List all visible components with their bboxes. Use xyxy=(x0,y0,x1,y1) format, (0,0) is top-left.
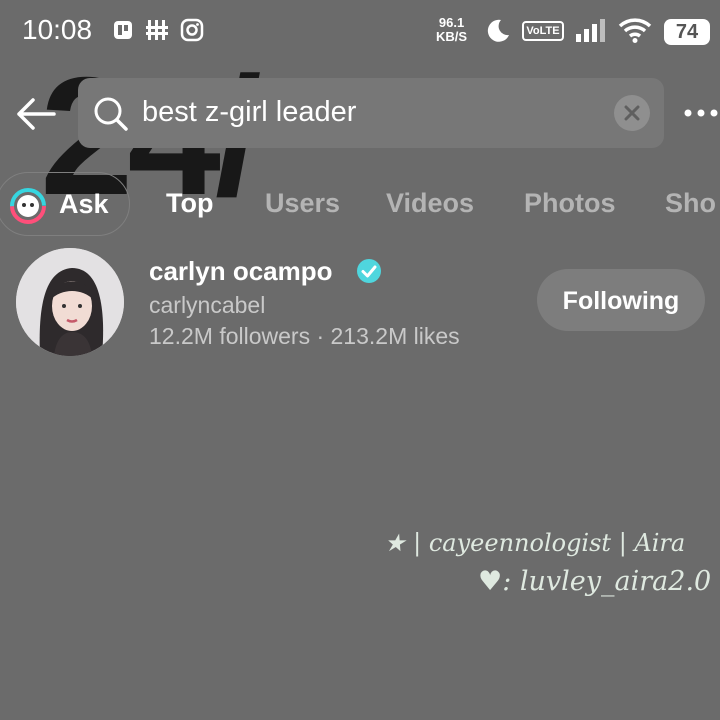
ask-ai-icon xyxy=(9,187,47,230)
tab-users[interactable]: Users xyxy=(265,188,340,219)
back-arrow-icon xyxy=(14,98,58,136)
back-button[interactable] xyxy=(14,96,58,132)
wifi-icon xyxy=(618,16,652,49)
following-button[interactable]: Following xyxy=(537,269,705,331)
moon-icon xyxy=(484,17,512,50)
clear-icon xyxy=(624,105,640,121)
tab-photos[interactable]: Photos xyxy=(524,188,616,219)
volte-badge: VoLTE xyxy=(522,21,564,41)
ask-tab[interactable]: Ask xyxy=(0,172,130,236)
signal-icon xyxy=(574,18,610,49)
clear-search-button[interactable] xyxy=(614,95,650,131)
battery-icon: 74 xyxy=(664,19,710,45)
more-options-button[interactable] xyxy=(682,101,720,125)
follower-stats: 12.2M followers · 213.2M likes xyxy=(149,323,460,349)
more-icon xyxy=(684,109,718,117)
network-speed: 96.1 KB/S xyxy=(436,16,467,44)
verified-badge-icon xyxy=(356,258,382,289)
tab-top[interactable]: Top xyxy=(166,188,213,219)
credit-line-2: ♥: luvley_aira2.0 xyxy=(478,566,712,597)
tab-shop[interactable]: Sho xyxy=(665,188,716,219)
network-speed-value: 96.1 xyxy=(438,15,465,30)
search-input[interactable]: best z-girl leader xyxy=(78,78,664,148)
tab-videos[interactable]: Videos xyxy=(386,188,474,219)
search-icon xyxy=(92,95,130,138)
network-speed-unit: KB/S xyxy=(436,29,468,44)
credit-line-1: ★ | cayeennologist | Aira xyxy=(384,529,686,557)
display-name[interactable]: carlyn ocampo xyxy=(149,256,333,287)
avatar[interactable] xyxy=(16,248,124,356)
username: carlyncabel xyxy=(149,292,266,318)
ask-tab-label: Ask xyxy=(59,189,109,219)
search-query: best z-girl leader xyxy=(142,96,357,128)
